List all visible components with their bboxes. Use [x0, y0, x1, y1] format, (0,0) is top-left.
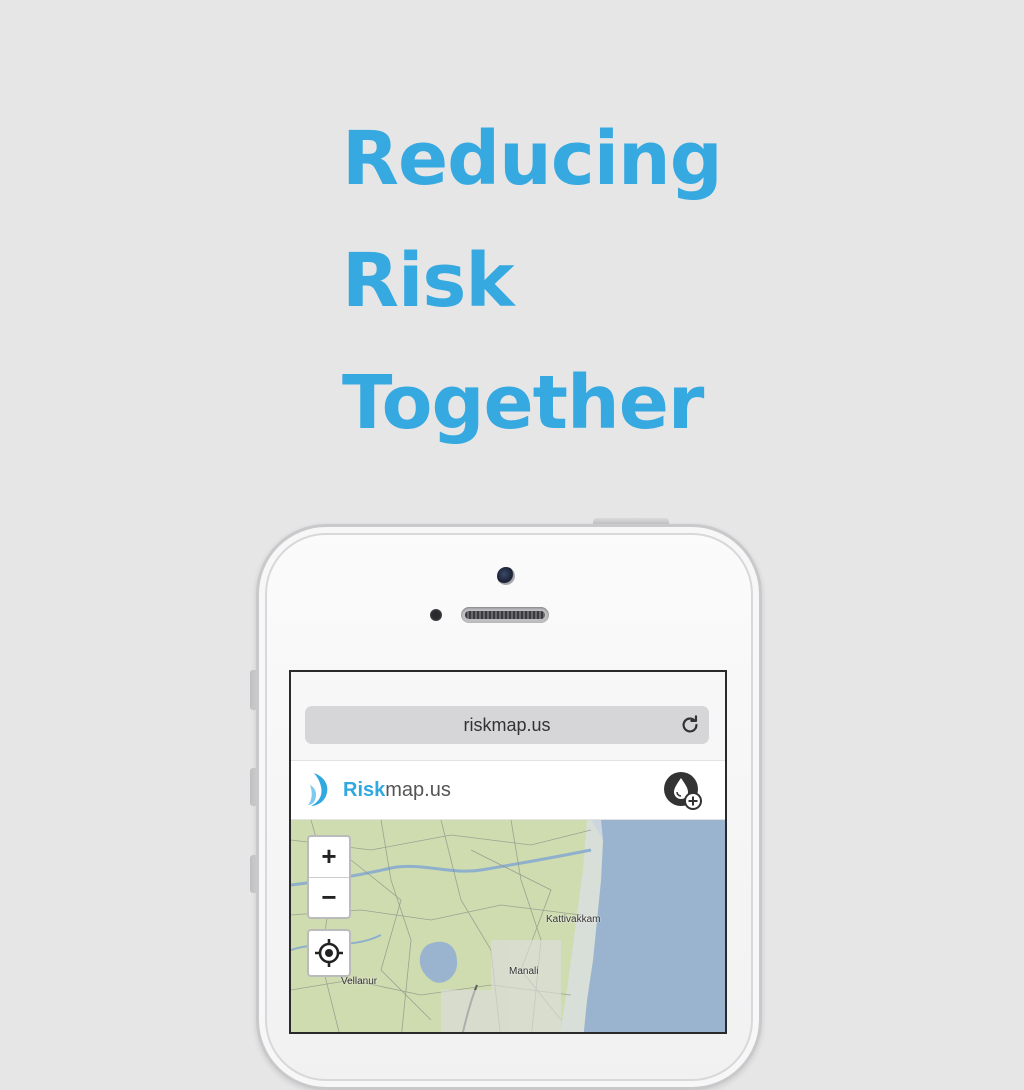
app-header: Riskmap.us — [291, 760, 725, 820]
address-bar[interactable]: riskmap.us — [305, 706, 709, 744]
riskmap-logo-icon[interactable] — [307, 771, 337, 809]
map-label-kattivakkam: Kattivakkam — [546, 914, 601, 925]
map-label-manali: Manali — [509, 966, 539, 977]
headline: Reducing Risk Together — [342, 98, 723, 464]
brand-bold: Risk — [343, 779, 386, 801]
reload-icon[interactable] — [679, 714, 701, 736]
zoom-control: + − — [307, 835, 351, 919]
zoom-in-button[interactable]: + — [309, 837, 349, 877]
locate-button[interactable] — [307, 929, 351, 977]
headline-line-1: Reducing — [342, 116, 723, 202]
headline-line-3: Together — [342, 360, 704, 446]
front-camera — [497, 567, 515, 585]
earpiece-speaker — [461, 607, 549, 623]
zoom-out-button[interactable]: − — [309, 877, 349, 918]
proximity-sensor — [430, 609, 442, 621]
phone-screen: riskmap.us Riskmap.us Kattivakkam Manali… — [289, 670, 727, 1034]
flood-map[interactable] — [291, 820, 725, 1034]
add-report-icon[interactable] — [663, 771, 703, 811]
brand-rest: map.us — [385, 779, 451, 801]
locate-icon — [315, 939, 343, 967]
url-text: riskmap.us — [463, 715, 551, 735]
brand-name[interactable]: Riskmap.us — [343, 779, 451, 802]
headline-line-2: Risk — [342, 238, 515, 324]
